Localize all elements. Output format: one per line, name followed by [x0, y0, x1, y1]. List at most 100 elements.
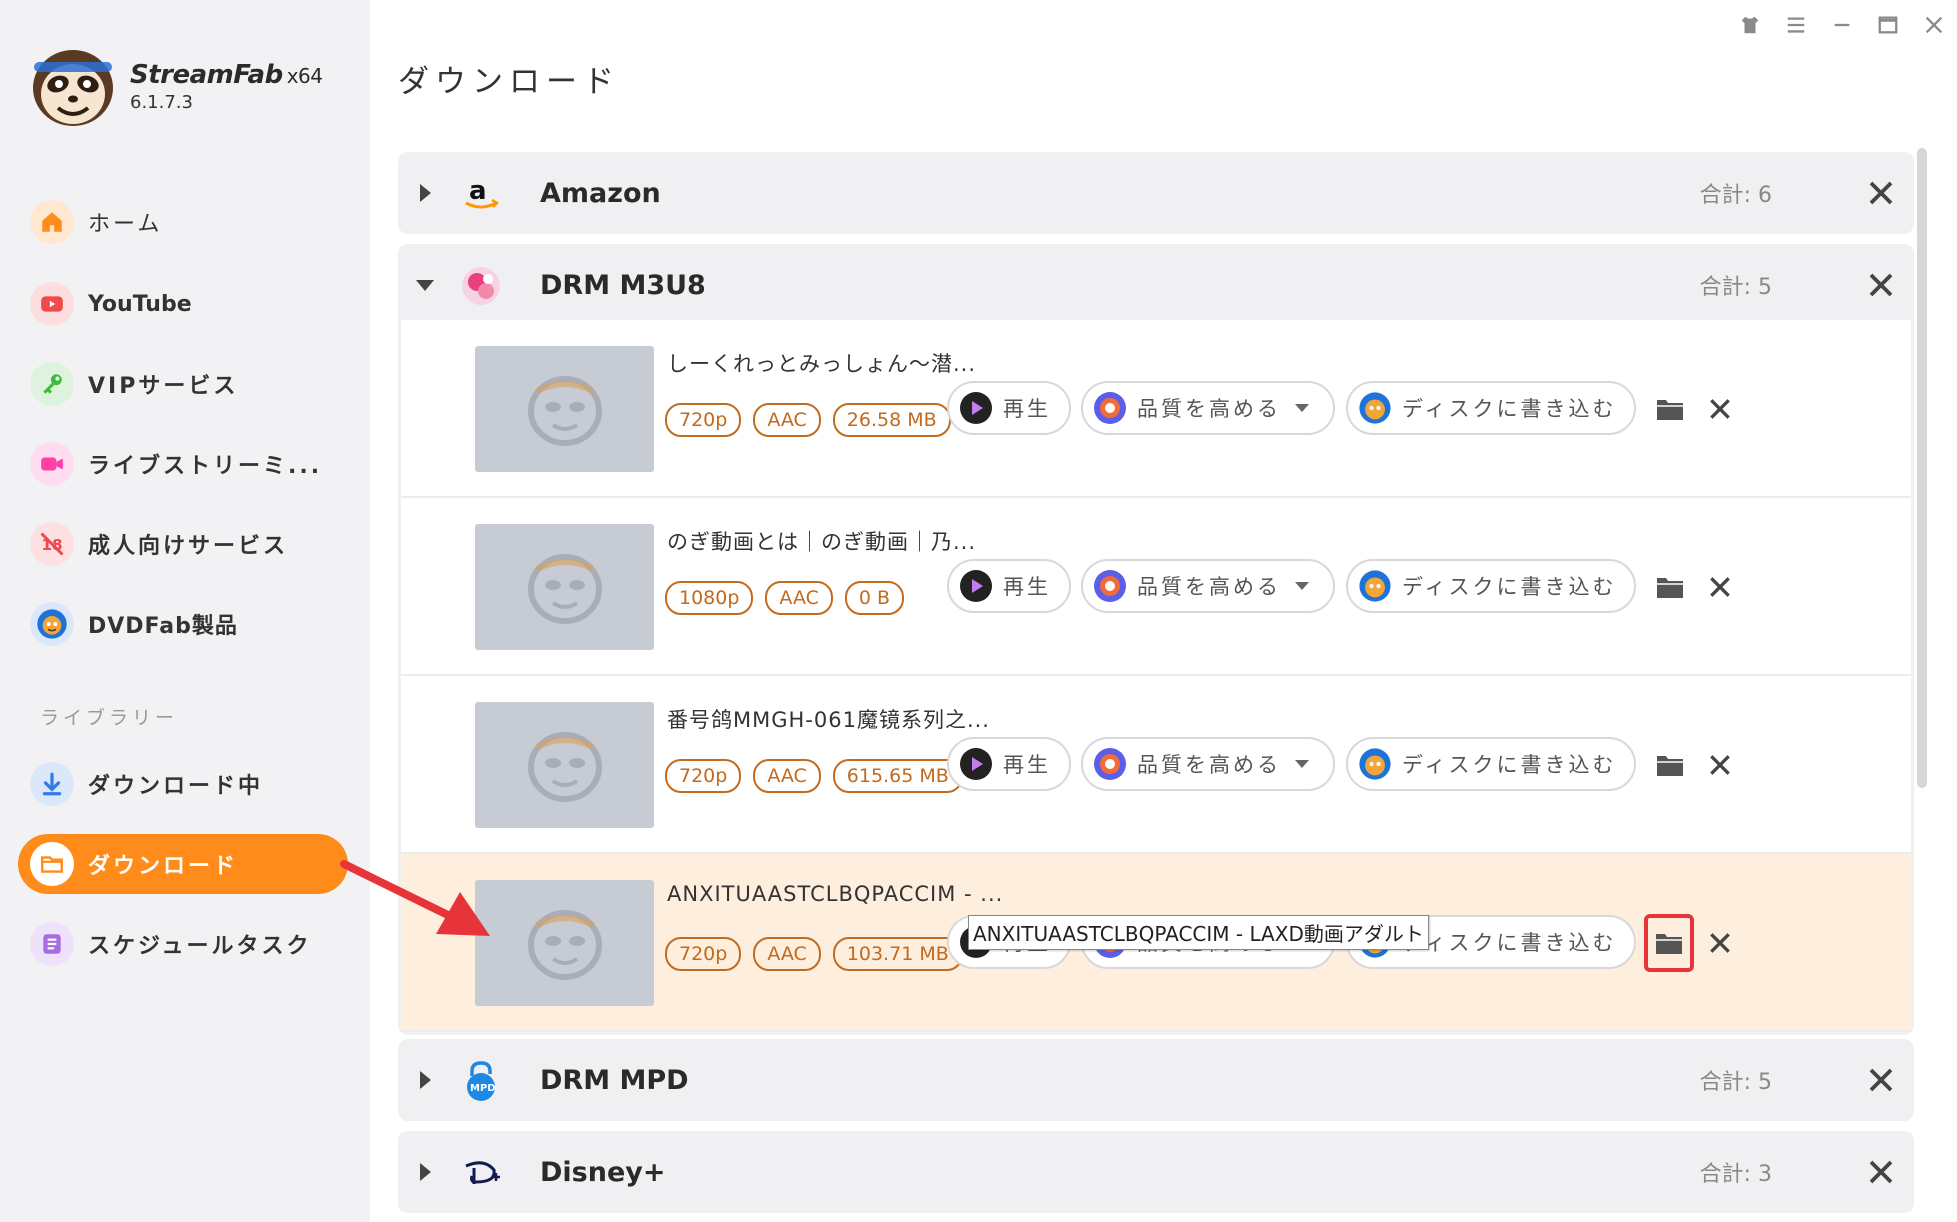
sidebar-item-schedule[interactable]: スケジュールタスク	[18, 914, 348, 974]
expand-caret-icon[interactable]	[420, 1071, 431, 1089]
menu-icon[interactable]	[1783, 12, 1809, 38]
open-folder-button[interactable]	[1651, 390, 1689, 428]
sidebar: StreamFab x64 6.1.7.3 ホーム YouTube VIPサービス	[0, 0, 370, 1222]
enhance-icon	[1094, 392, 1126, 424]
sidebar-item-label: DVDFab製品	[88, 614, 238, 639]
size-badge: 615.65 MB	[832, 759, 963, 793]
page-title: ダウンロード	[398, 64, 620, 100]
video-thumbnail	[475, 524, 654, 650]
title-tooltip: ANXITUAASTCLBQPACCIM - LAXD動画アダルト	[968, 915, 1429, 950]
remove-item-icon[interactable]	[1707, 930, 1733, 956]
group-header-amazon[interactable]: a Amazon 合計: 6	[398, 152, 1914, 234]
play-button[interactable]: 再生	[947, 381, 1071, 435]
play-button[interactable]: 再生	[947, 559, 1071, 613]
play-button[interactable]: 再生	[947, 737, 1071, 791]
video-title: しーくれっとみっしょん～潜...	[667, 352, 977, 376]
sloth-placeholder-icon	[527, 376, 602, 446]
expand-caret-icon[interactable]	[420, 1163, 431, 1181]
list-item[interactable]: しーくれっとみっしょん～潜... 720p AAC 26.58 MB 再生 品質…	[401, 320, 1911, 498]
mpd-lock-icon: MPD	[467, 1061, 496, 1101]
enhance-quality-button[interactable]: 品質を高める	[1081, 559, 1335, 613]
sidebar-item-label: YouTube	[88, 291, 192, 317]
resolution-badge: 720p	[665, 403, 742, 437]
enhance-quality-button[interactable]: 品質を高める	[1081, 381, 1335, 435]
group-header-disney-plus[interactable]: Disney+ 合計: 3	[398, 1131, 1914, 1213]
sloth-placeholder-icon	[527, 732, 602, 802]
svg-text:MPD: MPD	[470, 1083, 496, 1094]
skin-shirt-icon[interactable]	[1737, 12, 1763, 38]
size-badge: 26.58 MB	[832, 403, 951, 437]
maximize-icon[interactable]	[1875, 12, 1901, 38]
audio-badge: AAC	[753, 937, 821, 971]
group-total: 合計: 5	[1699, 1070, 1772, 1095]
schedule-list-icon	[30, 922, 74, 966]
enhance-quality-button[interactable]: 品質を高める	[1081, 737, 1335, 791]
sidebar-item-downloading[interactable]: ダウンロード中	[18, 754, 348, 814]
play-label: 再生	[1003, 575, 1051, 599]
collapse-caret-icon[interactable]	[416, 279, 434, 291]
open-folder-button[interactable]	[1644, 914, 1694, 972]
sidebar-item-label: ダウンロード中	[88, 774, 264, 799]
remove-item-icon[interactable]	[1707, 574, 1733, 600]
chevron-down-icon[interactable]	[1295, 760, 1309, 768]
close-icon[interactable]	[1866, 1157, 1896, 1187]
play-label: 再生	[1003, 753, 1051, 777]
burn-disc-button[interactable]: ディスクに書き込む	[1346, 381, 1636, 435]
size-badge: 103.71 MB	[832, 937, 963, 971]
open-folder-button[interactable]	[1651, 568, 1689, 606]
quality-label: 品質を高める	[1137, 397, 1281, 421]
sloth-placeholder-icon	[527, 554, 602, 624]
group-name: Disney+	[540, 1156, 666, 1188]
play-label: 再生	[1003, 397, 1051, 421]
disc-label: ディスクに書き込む	[1402, 575, 1617, 599]
video-title: ANXITUAASTCLBQPACCIM - ...	[667, 882, 1004, 906]
streamfab-logo-icon	[33, 50, 113, 126]
burn-disc-button[interactable]: ディスクに書き込む	[1346, 737, 1636, 791]
key-icon	[30, 362, 74, 406]
list-item[interactable]: のぎ動画とは｜のぎ動画｜乃... 1080p AAC 0 B 再生 品質を高める	[401, 498, 1911, 676]
sidebar-item-vip[interactable]: VIPサービス	[18, 354, 348, 414]
video-thumbnail	[475, 880, 654, 1006]
close-icon[interactable]	[1866, 270, 1896, 300]
sidebar-item-downloaded[interactable]: ダウンロード	[18, 834, 348, 894]
scrollbar[interactable]	[1917, 148, 1927, 788]
folder-icon	[1657, 400, 1683, 420]
group-header-drm-mpd[interactable]: MPD DRM MPD 合計: 5	[398, 1039, 1914, 1121]
remove-item-icon[interactable]	[1707, 752, 1733, 778]
close-icon[interactable]	[1866, 178, 1896, 208]
sidebar-item-label: ダウンロード	[88, 854, 239, 879]
sidebar-item-adult[interactable]: 18 成人向けサービス	[18, 514, 348, 574]
burn-disc-button[interactable]: ディスクに書き込む	[1346, 559, 1636, 613]
minimize-icon[interactable]	[1829, 12, 1855, 38]
group-name: DRM M3U8	[540, 269, 706, 301]
sidebar-item-youtube[interactable]: YouTube	[18, 274, 348, 334]
size-badge: 0 B	[844, 581, 905, 615]
sloth-placeholder-icon	[527, 910, 602, 980]
close-icon[interactable]	[1866, 1065, 1896, 1095]
download-list: a Amazon 合計: 6 DRM M3U8 合計: 5 しーくれっとみっしょ…	[398, 152, 1914, 1213]
video-title: 番号鸽MMGH-061魔镜系列之...	[667, 708, 990, 732]
open-folder-button[interactable]	[1651, 746, 1689, 784]
sidebar-item-live[interactable]: ライブストリーミ...	[18, 434, 348, 494]
chevron-down-icon[interactable]	[1295, 582, 1309, 590]
sidebar-item-dvdfab[interactable]: DVDFab製品	[18, 594, 348, 654]
group-header-drm-m3u8[interactable]: DRM M3U8 合計: 5	[398, 244, 1914, 326]
sidebar-item-home[interactable]: ホーム	[18, 192, 348, 252]
remove-item-icon[interactable]	[1707, 396, 1733, 422]
play-icon	[960, 748, 992, 780]
sidebar-item-label: ライブストリーミ...	[88, 454, 323, 479]
dvdfab-icon	[1359, 748, 1391, 780]
list-item[interactable]: 番号鸽MMGH-061魔镜系列之... 720p AAC 615.65 MB 再…	[401, 676, 1911, 854]
home-icon	[30, 200, 74, 244]
resolution-badge: 720p	[665, 759, 742, 793]
app-name: StreamFab x64	[130, 59, 323, 90]
quality-label: 品質を高める	[1137, 753, 1281, 777]
chevron-down-icon[interactable]	[1295, 404, 1309, 412]
close-window-icon[interactable]	[1921, 12, 1947, 38]
dvdfab-icon	[1359, 570, 1391, 602]
video-thumbnail	[475, 346, 654, 472]
expand-caret-icon[interactable]	[420, 184, 431, 202]
sidebar-item-label: スケジュールタスク	[88, 934, 312, 959]
disc-label: ディスクに書き込む	[1402, 753, 1617, 777]
folder-icon	[30, 842, 74, 886]
